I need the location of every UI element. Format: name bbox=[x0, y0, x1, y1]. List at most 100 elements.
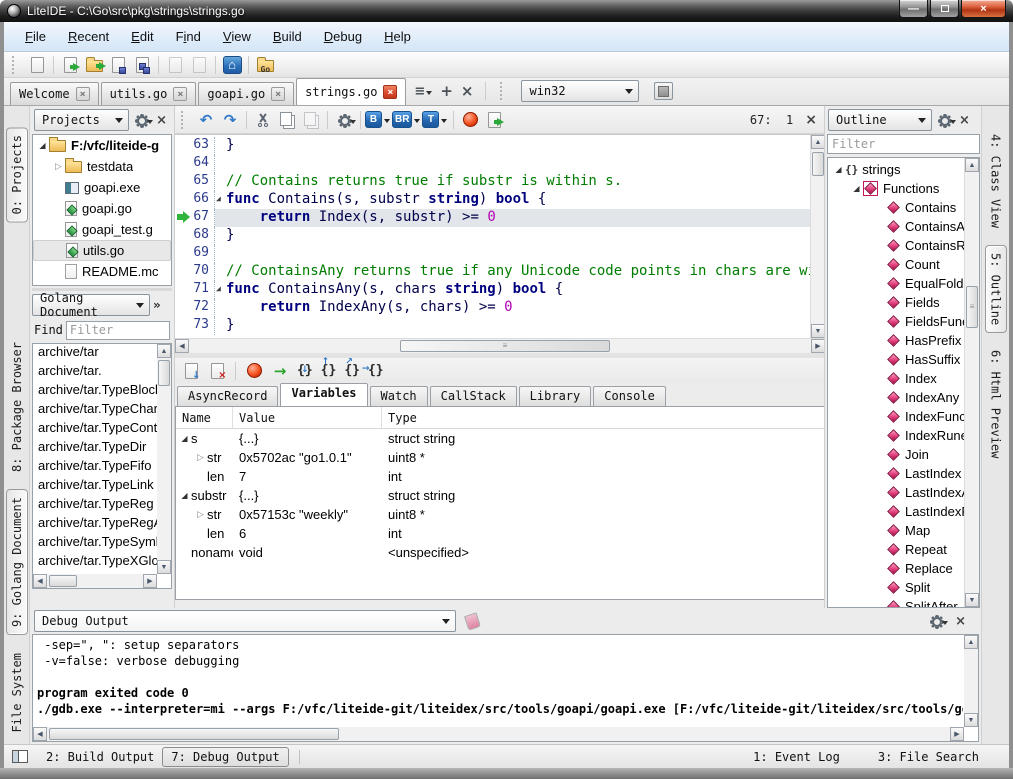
status-toggle-1-event-log[interactable]: 1: Event Log bbox=[745, 748, 848, 766]
scroll-down-icon[interactable]: ▼ bbox=[157, 560, 171, 574]
outline-function-item[interactable]: IndexRune bbox=[828, 426, 964, 445]
scroll-up-icon[interactable]: ▲ bbox=[964, 635, 978, 649]
output-hscrollbar[interactable]: ◀ ▶ bbox=[33, 727, 964, 741]
variable-row[interactable]: len7int bbox=[176, 467, 824, 486]
scroll-left-icon[interactable]: ◀ bbox=[175, 339, 189, 353]
debug-tab-variables[interactable]: Variables bbox=[280, 383, 367, 406]
status-toggle-3-file-search[interactable]: 3: File Search bbox=[870, 748, 987, 766]
golang-document-combo[interactable]: Golang Document bbox=[32, 294, 150, 316]
project-tree-item[interactable]: goapi.go bbox=[33, 198, 171, 219]
menu-help[interactable]: Help bbox=[373, 24, 422, 49]
scroll-right-icon[interactable]: ▶ bbox=[811, 339, 825, 353]
menu-view[interactable]: View bbox=[212, 24, 262, 49]
close-tab-icon[interactable]: × bbox=[383, 85, 397, 99]
variables-column-header[interactable]: Value bbox=[233, 407, 382, 428]
collapse-icon[interactable]: ◢ bbox=[178, 491, 191, 500]
project-tree-item[interactable]: goapi_test.g bbox=[33, 219, 171, 240]
outline-function-item[interactable]: Split bbox=[828, 578, 964, 597]
code-line[interactable]: 72 return IndexAny(s, chars) >= 0 bbox=[175, 299, 810, 317]
doc-list-item[interactable]: archive/tar.TypeChar bbox=[33, 401, 157, 420]
sidebar-tab-5-outline[interactable]: 5: Outline bbox=[985, 245, 1007, 333]
code-line[interactable]: 73} bbox=[175, 317, 810, 335]
doc-list-item[interactable]: archive/tar.TypeDir bbox=[33, 439, 157, 458]
doc-list-item[interactable]: archive/tar.TypeXGlobalHeader bbox=[33, 553, 157, 572]
collapse-icon[interactable]: ◢ bbox=[36, 141, 49, 150]
menu-debug[interactable]: Debug bbox=[313, 24, 373, 49]
code-line[interactable]: 63} bbox=[175, 137, 810, 155]
copy-icon[interactable] bbox=[275, 109, 299, 131]
doc-filter-input[interactable] bbox=[66, 321, 170, 340]
scroll-left-icon[interactable]: ◀ bbox=[33, 727, 47, 741]
step-over-icon[interactable]: {}↑ bbox=[318, 363, 340, 378]
step-into-icon[interactable]: {}↓ bbox=[294, 363, 316, 378]
doc-list-hscrollbar[interactable]: ◀ ▶ bbox=[33, 574, 157, 588]
scroll-right-icon[interactable]: ▶ bbox=[950, 727, 964, 741]
save-session-icon[interactable] bbox=[163, 54, 187, 76]
close-tab-icon[interactable]: × bbox=[271, 87, 285, 101]
outline-function-item[interactable]: HasPrefix bbox=[828, 331, 964, 350]
scroll-up-icon[interactable]: ▲ bbox=[157, 344, 171, 358]
outline-function-item[interactable]: Map bbox=[828, 521, 964, 540]
chevron-down-icon[interactable] bbox=[414, 119, 420, 126]
debug-tab-library[interactable]: Library bbox=[519, 386, 592, 406]
outline-function-item[interactable]: LastIndex bbox=[828, 464, 964, 483]
scroll-left-icon[interactable]: ◀ bbox=[33, 574, 47, 588]
toggle-panels-icon[interactable] bbox=[12, 750, 28, 763]
scroll-right-icon[interactable]: ▶ bbox=[143, 574, 157, 588]
debug-output-combo[interactable]: Debug Output bbox=[34, 610, 456, 632]
projects-combo[interactable]: Projects bbox=[34, 109, 129, 131]
sidebar-tab-4-class-view[interactable]: 4: Class View bbox=[986, 127, 1006, 235]
project-tree-item[interactable]: ▷testdata bbox=[33, 156, 171, 177]
outline-root-item[interactable]: ◢{}strings bbox=[828, 160, 964, 179]
sidebar-tab-6-html-preview[interactable]: 6: Html Preview bbox=[986, 343, 1006, 465]
collapse-icon[interactable]: ◢ bbox=[850, 184, 863, 193]
menu-edit[interactable]: Edit bbox=[120, 24, 164, 49]
target-combo[interactable]: win32 bbox=[521, 80, 639, 102]
close-button[interactable]: × bbox=[961, 0, 1006, 18]
menu-file[interactable]: File bbox=[14, 24, 57, 49]
editor-tab-strings-go[interactable]: strings.go× bbox=[296, 78, 406, 105]
sidebar-tab-0-projects[interactable]: 0: Projects bbox=[6, 127, 28, 222]
variable-row[interactable]: len6int bbox=[176, 524, 824, 543]
editor-vscrollbar[interactable]: ▲ ▼ bbox=[810, 135, 825, 338]
maximize-button[interactable] bbox=[930, 0, 959, 18]
outline-vscrollbar[interactable]: ▲ ≡ ▼ bbox=[964, 158, 979, 607]
paste-icon[interactable] bbox=[299, 109, 323, 131]
debug-tab-callstack[interactable]: CallStack bbox=[430, 386, 517, 406]
split-icon[interactable]: + bbox=[440, 82, 453, 100]
outline-group-item[interactable]: ◢Functions bbox=[828, 179, 964, 198]
code-editor[interactable]: 63}6465// Contains returns true if subst… bbox=[175, 134, 825, 338]
code-line[interactable]: 66◢func Contains(s, substr string) bool … bbox=[175, 191, 810, 209]
scrollbar-thumb[interactable]: ≡ bbox=[966, 286, 978, 328]
scrollbar-thumb[interactable] bbox=[158, 360, 170, 386]
outline-filter-input[interactable] bbox=[827, 134, 980, 154]
more-button[interactable]: » bbox=[153, 298, 161, 312]
menu-find[interactable]: Find bbox=[165, 24, 212, 49]
clear-log-icon[interactable]: × bbox=[205, 360, 229, 382]
expand-icon[interactable]: ▷ bbox=[194, 509, 207, 520]
code-line[interactable]: 68} bbox=[175, 227, 810, 245]
outline-function-item[interactable]: LastIndexAny bbox=[828, 483, 964, 502]
menu-recent[interactable]: Recent bbox=[57, 24, 120, 49]
run-to-cursor-icon[interactable]: →{} bbox=[365, 363, 387, 378]
collapse-icon[interactable]: ◢ bbox=[832, 165, 845, 174]
close-all-icon[interactable]: × bbox=[461, 82, 474, 100]
project-tree-item[interactable]: README.mc bbox=[33, 261, 171, 282]
edit-session-icon[interactable] bbox=[187, 54, 211, 76]
scroll-down-icon[interactable]: ▼ bbox=[964, 713, 978, 727]
code-line[interactable]: 69 bbox=[175, 245, 810, 263]
gear-icon[interactable] bbox=[332, 109, 356, 131]
variables-column-header[interactable]: Name bbox=[176, 407, 233, 428]
scroll-up-icon[interactable]: ▲ bbox=[811, 135, 825, 149]
outline-function-item[interactable]: ContainsRune bbox=[828, 236, 964, 255]
doc-list-item[interactable]: archive/tar.TypeLink bbox=[33, 477, 157, 496]
editor-tab-goapi-go[interactable]: goapi.go× bbox=[198, 82, 294, 105]
outline-function-item[interactable]: LastIndexFunc bbox=[828, 502, 964, 521]
debug-tab-console[interactable]: Console bbox=[593, 386, 666, 406]
doc-list-item[interactable]: archive/tar.TypeBlock bbox=[33, 382, 157, 401]
save-all-icon[interactable] bbox=[130, 54, 154, 76]
doc-list-vscrollbar[interactable]: ▲ ▼ bbox=[157, 344, 171, 574]
cut-icon[interactable] bbox=[251, 109, 275, 131]
outline-function-item[interactable]: IndexFunc bbox=[828, 407, 964, 426]
close-tab-icon[interactable]: × bbox=[76, 87, 90, 101]
